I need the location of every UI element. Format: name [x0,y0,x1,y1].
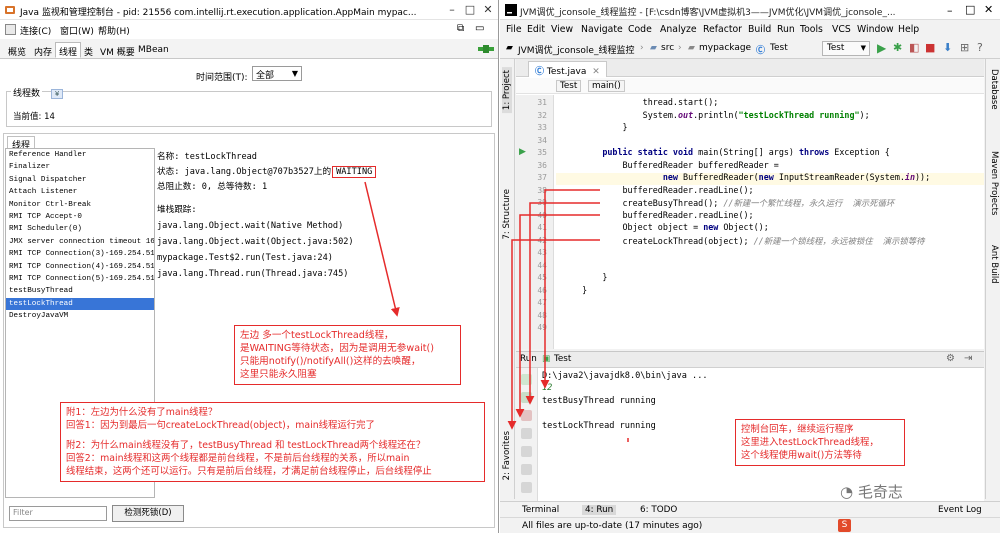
connector-line [515,214,600,418]
connector-line [507,239,600,430]
annotation-console-note: 控制台回车，继续运行程序 这里进入testLockThread线程， 这个线程使… [735,419,905,466]
connector-line [525,202,600,405]
annotation-waiting-note: 左边 多一个testLockThread线程， 是WAITING等待状态，因为是… [234,325,461,385]
connector-line [540,189,600,389]
annotation-main-thread-note: 附1：左边为什么没有了main线程？ 回答1：因为到最后一句createLock… [60,402,485,483]
arrow-line [364,181,400,317]
